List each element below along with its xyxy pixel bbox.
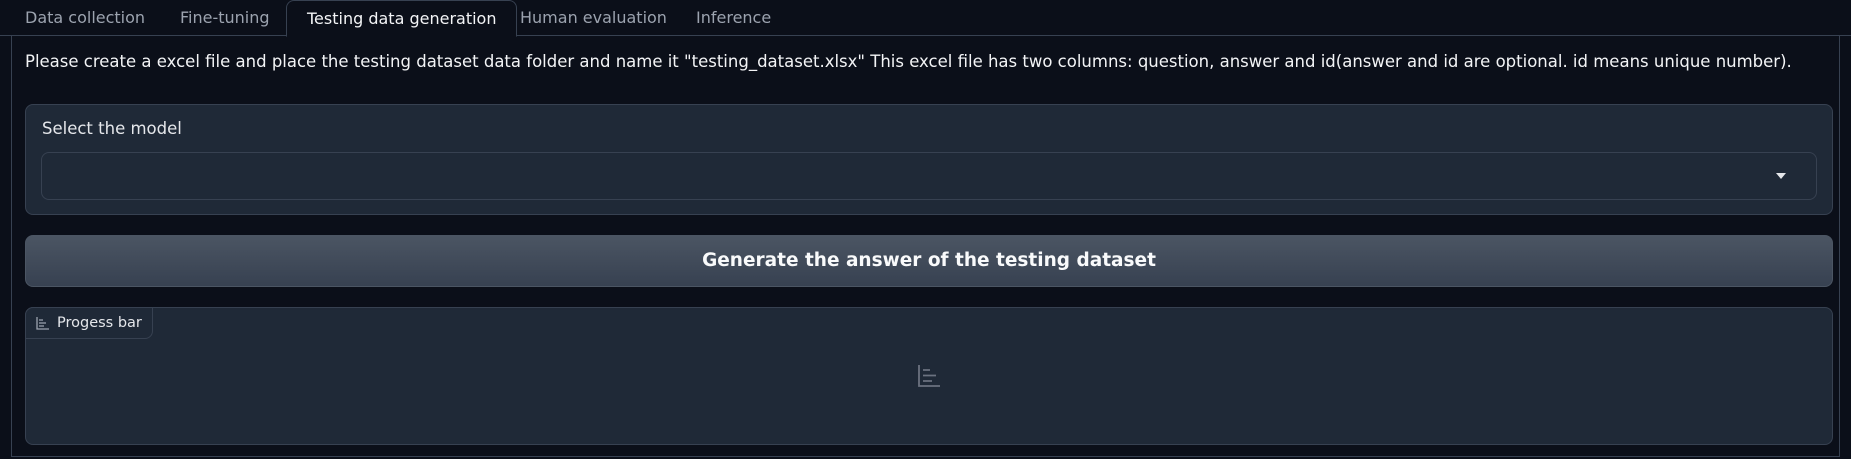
tab-data-collection[interactable]: Data collection — [25, 0, 145, 36]
model-select-block: Select the model — [25, 104, 1833, 215]
tab-inference[interactable]: Inference — [696, 0, 771, 36]
instructions-text: Please create a excel file and place the… — [25, 52, 1792, 71]
tab-bar: Data collection Fine-tuning Testing data… — [0, 0, 1851, 37]
tab-fine-tuning[interactable]: Fine-tuning — [180, 0, 270, 36]
progress-label: Progess bar — [57, 315, 142, 331]
tab-testing-data-generation[interactable]: Testing data generation — [286, 0, 518, 37]
progress-label-badge: Progess bar — [25, 307, 153, 339]
chevron-down-icon — [1776, 173, 1786, 179]
tab-human-evaluation[interactable]: Human evaluation — [520, 0, 667, 36]
bar-chart-icon — [36, 316, 49, 330]
progress-block: Progess bar — [25, 307, 1833, 445]
model-select-label: Select the model — [42, 119, 182, 138]
bar-chart-icon — [918, 365, 940, 387]
generate-answer-button[interactable]: Generate the answer of the testing datas… — [25, 235, 1833, 287]
model-dropdown[interactable] — [41, 152, 1817, 200]
